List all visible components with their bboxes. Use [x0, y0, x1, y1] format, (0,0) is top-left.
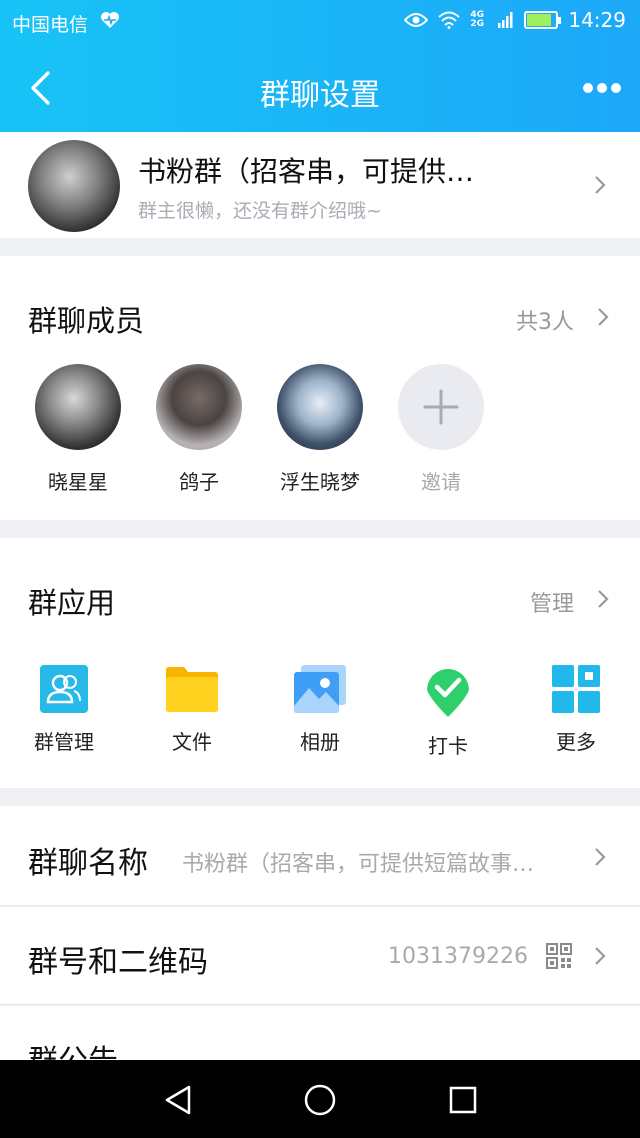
wifi-icon — [438, 11, 461, 29]
plus-icon — [398, 364, 484, 450]
member-count[interactable]: 共3人 — [516, 304, 574, 336]
app-group-manage[interactable]: 群管理 — [9, 664, 119, 755]
folder-icon — [166, 667, 218, 712]
members-title: 群聊成员 — [28, 304, 145, 338]
status-icons: 4G 2G 14:29 — [404, 8, 626, 32]
group-number-value: 1031379226 — [388, 944, 528, 969]
apps-title: 群应用 — [28, 586, 116, 620]
group-name-label: 群聊名称 — [28, 846, 148, 881]
nav-bar: 群聊设置 — [0, 44, 640, 132]
member-item[interactable]: 浮生晓梦 — [260, 364, 380, 495]
app-files[interactable]: 文件 — [137, 664, 247, 755]
heart-icon — [101, 12, 119, 28]
app-label: 相册 — [300, 730, 340, 754]
app-label: 更多 — [556, 730, 596, 754]
clock: 14:29 — [568, 8, 626, 32]
group-name-row[interactable]: 群聊名称 书粉群（招客串，可提供短篇故事… — [0, 806, 640, 906]
group-number-label: 群号和二维码 — [28, 945, 208, 980]
group-number-row[interactable]: 群号和二维码 1031379226 — [0, 907, 640, 1005]
invite-label: 邀请 — [421, 470, 461, 494]
member-name: 鸽子 — [179, 470, 219, 494]
group-manage-icon — [40, 665, 88, 713]
app-more[interactable]: 更多 — [521, 664, 631, 755]
group-profile-row[interactable]: 书粉群（招客串，可提供… 群主很懒，还没有群介绍哦~ — [0, 132, 640, 238]
app-label: 群管理 — [34, 730, 94, 754]
chevron-right-icon[interactable] — [597, 589, 609, 609]
status-bar: 中国电信 4G 2G 14:29 — [0, 0, 640, 44]
member-name: 浮生晓梦 — [280, 470, 360, 494]
avatar — [277, 364, 363, 450]
nav-recents-icon[interactable] — [449, 1086, 477, 1114]
eye-icon — [404, 13, 429, 27]
app-album[interactable]: 相册 — [265, 664, 375, 755]
nav-home-icon[interactable] — [304, 1084, 336, 1116]
group-notice-row[interactable]: 群公告 — [0, 1006, 640, 1066]
member-name: 晓星星 — [48, 470, 108, 494]
invite-button[interactable]: 邀请 — [381, 364, 501, 495]
album-icon — [294, 665, 346, 713]
app-checkin[interactable]: 打卡 — [393, 664, 503, 759]
nav-back-icon[interactable] — [163, 1084, 193, 1116]
system-nav-bar — [0, 1060, 640, 1138]
signal-icon — [498, 12, 513, 28]
checkin-icon — [427, 669, 469, 717]
group-apps-section: 群应用 管理 群管理 文件 相册 打卡 更多 — [0, 538, 640, 788]
avatar — [35, 364, 121, 450]
group-name: 书粉群（招客串，可提供… — [138, 155, 475, 188]
battery-icon — [524, 11, 562, 29]
network-type: 4G 2G — [470, 10, 485, 29]
chevron-right-icon — [595, 176, 606, 194]
page-title: 群聊设置 — [260, 78, 380, 113]
app-label: 文件 — [172, 730, 212, 754]
qr-code-icon — [546, 943, 572, 969]
member-item[interactable]: 鸽子 — [139, 364, 259, 495]
member-item[interactable]: 晓星星 — [18, 364, 138, 495]
members-section: 群聊成员 共3人 晓星星 鸽子 浮生晓梦 邀请 — [0, 256, 640, 520]
manage-link[interactable]: 管理 — [530, 586, 574, 618]
app-label: 打卡 — [428, 734, 468, 758]
more-grid-icon — [552, 665, 600, 713]
more-options-icon[interactable] — [582, 82, 622, 94]
chevron-right-icon — [595, 848, 606, 866]
avatar — [156, 364, 242, 450]
group-name-value: 书粉群（招客串，可提供短篇故事… — [182, 852, 535, 877]
group-description: 群主很懒，还没有群介绍哦~ — [138, 200, 382, 222]
chevron-right-icon[interactable] — [597, 307, 609, 327]
chevron-right-icon — [595, 947, 606, 965]
group-avatar — [28, 140, 120, 232]
carrier-label: 中国电信 — [12, 14, 89, 36]
top-bar: 中国电信 4G 2G 14:29 群聊设置 — [0, 0, 640, 132]
